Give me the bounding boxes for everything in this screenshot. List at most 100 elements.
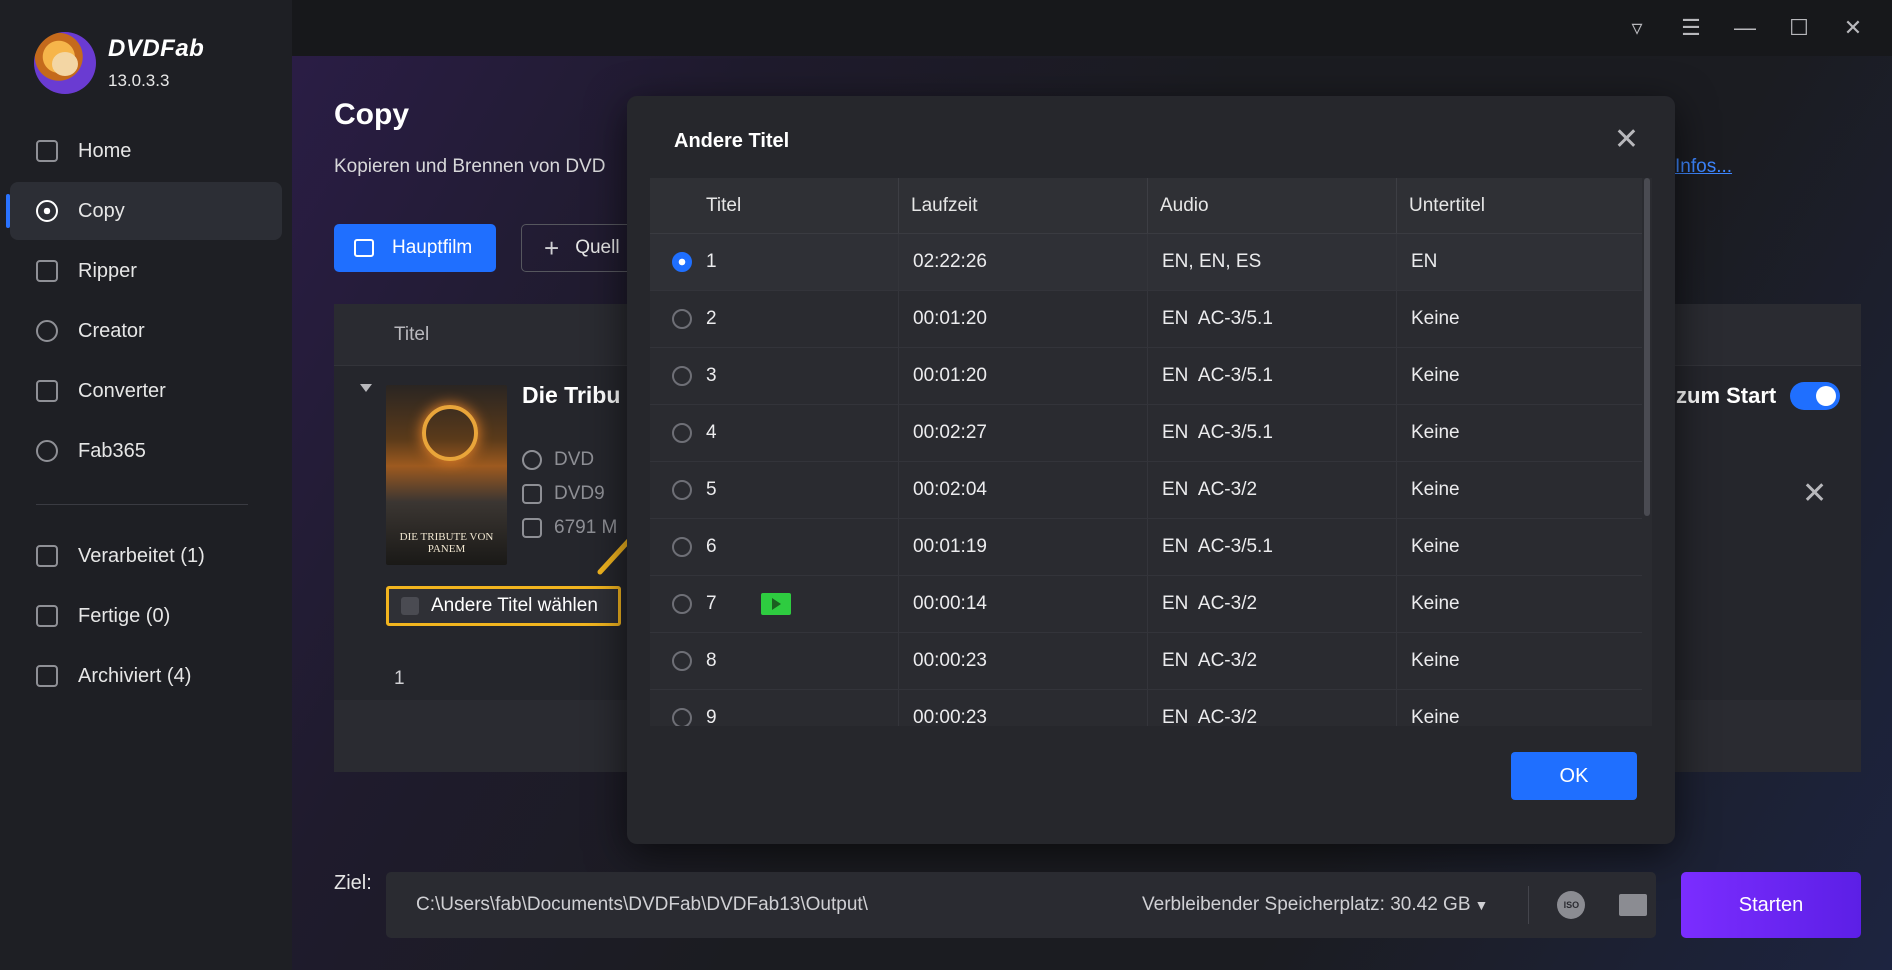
movie-poster: DIE TRIBUTE VON PANEM — [386, 385, 507, 565]
ok-button[interactable]: OK — [1511, 752, 1637, 800]
cell-untertitel: Keine — [1411, 593, 1460, 614]
sidebar-item-label: Verarbeitet (1) — [78, 544, 205, 567]
brand: DVDFab 13.0.3.3 — [34, 32, 204, 94]
separator — [1528, 886, 1530, 924]
table-row[interactable]: 4 00:02:27 EN AC-3/5.1 Keine — [650, 405, 1652, 462]
title-radio[interactable] — [672, 594, 692, 614]
back-to-start-toggle[interactable] — [1790, 382, 1841, 410]
cell-audio: EN AC-3/5.1 — [1148, 291, 1397, 347]
cell-audio: EN AC-3/2 — [1148, 576, 1397, 632]
sidebar-item-converter[interactable]: Converter — [10, 362, 282, 420]
cell-laufzeit: 00:02:27 — [899, 405, 1148, 461]
title-number: 3 — [706, 365, 717, 386]
title-radio[interactable] — [672, 366, 692, 386]
table-row[interactable]: 1 02:22:26 EN, EN, ES EN — [650, 234, 1652, 291]
title-number: 1 — [706, 251, 717, 272]
copy-icon — [36, 200, 58, 222]
titles-table: Titel Laufzeit Audio Untertitel 1 02:22:2… — [650, 178, 1652, 726]
cell-titel: 1 — [650, 234, 899, 290]
title-radio[interactable] — [672, 708, 692, 726]
table-row[interactable]: 5 00:02:04 EN AC-3/2 Keine — [650, 462, 1652, 519]
menu-icon[interactable]: ☰ — [1664, 10, 1718, 46]
title-radio[interactable] — [672, 252, 692, 272]
free-space-dropdown[interactable]: Verbleibender Speicherplatz: 30.42 GB ▼ — [1142, 894, 1488, 916]
maximize-icon[interactable]: ☐ — [1772, 10, 1826, 46]
sidebar-item-finished[interactable]: Fertige (0) — [10, 587, 282, 645]
sidebar-item-home[interactable]: Home — [10, 122, 282, 180]
cell-untertitel: Keine — [1411, 422, 1460, 443]
cell-laufzeit: 00:01:19 — [899, 519, 1148, 575]
processing-icon — [36, 545, 58, 567]
iso-disc-icon — [522, 450, 542, 470]
table-scrollbar[interactable] — [1642, 178, 1652, 726]
iso-icon[interactable]: ISO — [1557, 891, 1586, 919]
sidebar-item-label: Fab365 — [78, 439, 146, 462]
sidebar-item-fab365[interactable]: Fab365 — [10, 422, 282, 480]
cell-audio: EN AC-3/5.1 — [1148, 405, 1397, 461]
poster-caption: DIE TRIBUTE VON PANEM — [399, 531, 494, 555]
table-row[interactable]: 8 00:00:23 EN AC-3/2 Keine — [650, 633, 1652, 690]
cell-untertitel: Keine — [1411, 536, 1460, 557]
title-number: 7 — [706, 593, 717, 614]
cell-titel: 3 — [650, 348, 899, 404]
dvdfab-logo-icon — [34, 32, 96, 94]
header-title: Titel — [394, 324, 430, 345]
back-to-start: zum Start — [1676, 382, 1841, 410]
title-radio[interactable] — [672, 423, 692, 443]
start-button[interactable]: Starten — [1681, 872, 1861, 938]
app-name: DVDFab — [108, 35, 205, 62]
folder-icon[interactable] — [1619, 894, 1648, 916]
row-number: 1 — [394, 668, 405, 689]
table-row[interactable]: 3 00:01:20 EN AC-3/5.1 Keine — [650, 348, 1652, 405]
cell-audio: EN AC-3/2 — [1148, 462, 1397, 518]
cell-laufzeit: 00:01:20 — [899, 348, 1148, 404]
play-preview-icon[interactable] — [760, 593, 791, 615]
choose-button-label: Andere Titel wählen — [431, 595, 598, 616]
plus-icon: + — [544, 232, 560, 263]
title-radio[interactable] — [672, 480, 692, 500]
cell-laufzeit: 02:22:26 — [899, 234, 1148, 290]
close-window-icon[interactable]: ✕ — [1826, 10, 1880, 46]
minimize-icon[interactable]: — — [1718, 10, 1772, 46]
title-number: 9 — [706, 707, 717, 726]
cell-audio: EN AC-3/5.1 — [1148, 348, 1397, 404]
cell-untertitel: EN — [1411, 251, 1438, 272]
collapse-triangle-icon[interactable] — [360, 384, 372, 392]
title-radio[interactable] — [672, 537, 692, 557]
cell-laufzeit: 00:00:23 — [899, 633, 1148, 689]
table-header: Titel Laufzeit Audio Untertitel — [650, 178, 1652, 234]
fab365-icon — [36, 440, 58, 462]
table-row[interactable]: 9 00:00:23 EN AC-3/2 Keine — [650, 690, 1652, 726]
sidebar-item-processing[interactable]: Verarbeitet (1) — [10, 527, 282, 585]
ripper-icon — [36, 260, 58, 282]
output-path[interactable]: C:\Users\fab\Documents\DVDFab\DVDFab13\O… — [416, 894, 1056, 916]
table-row[interactable]: 7 00:00:14 EN AC-3/2 Keine — [650, 576, 1652, 633]
choose-other-titles-button[interactable]: Andere Titel wählen — [386, 586, 621, 626]
title-number: 2 — [706, 308, 717, 329]
remove-task-icon[interactable]: ✕ — [1802, 476, 1827, 511]
table-row[interactable]: 6 00:01:19 EN AC-3/5.1 Keine — [650, 519, 1652, 576]
disc-icon — [522, 484, 542, 504]
sidebar-item-copy[interactable]: Copy — [6, 182, 282, 240]
sidebar-item-label: Creator — [78, 319, 145, 342]
sidebar-item-ripper[interactable]: Ripper — [10, 242, 282, 300]
cell-untertitel: Keine — [1411, 707, 1460, 726]
output-path-box: C:\Users\fab\Documents\DVDFab\DVDFab13\O… — [386, 872, 1656, 938]
title-radio[interactable] — [672, 651, 692, 671]
cell-titel: 6 — [650, 519, 899, 575]
col-titel: Titel — [650, 178, 899, 233]
sidebar-item-archived[interactable]: Archiviert (4) — [10, 647, 282, 705]
cell-audio: EN AC-3/2 — [1148, 690, 1397, 726]
sidebar-item-label: Copy — [78, 199, 125, 222]
sidebar-item-creator[interactable]: Creator — [10, 302, 282, 360]
title-number: 8 — [706, 650, 717, 671]
info-link[interactable]: Infos... — [1675, 156, 1732, 178]
finished-icon — [36, 605, 58, 627]
title-radio[interactable] — [672, 309, 692, 329]
main-movie-button[interactable]: Hauptfilm — [334, 224, 496, 272]
home-icon — [36, 140, 58, 162]
table-row[interactable]: 2 00:01:20 EN AC-3/5.1 Keine — [650, 291, 1652, 348]
skin-icon[interactable]: ▿ — [1610, 10, 1664, 46]
cell-audio: EN, EN, ES — [1148, 234, 1397, 290]
close-icon[interactable]: ✕ — [1614, 122, 1639, 157]
